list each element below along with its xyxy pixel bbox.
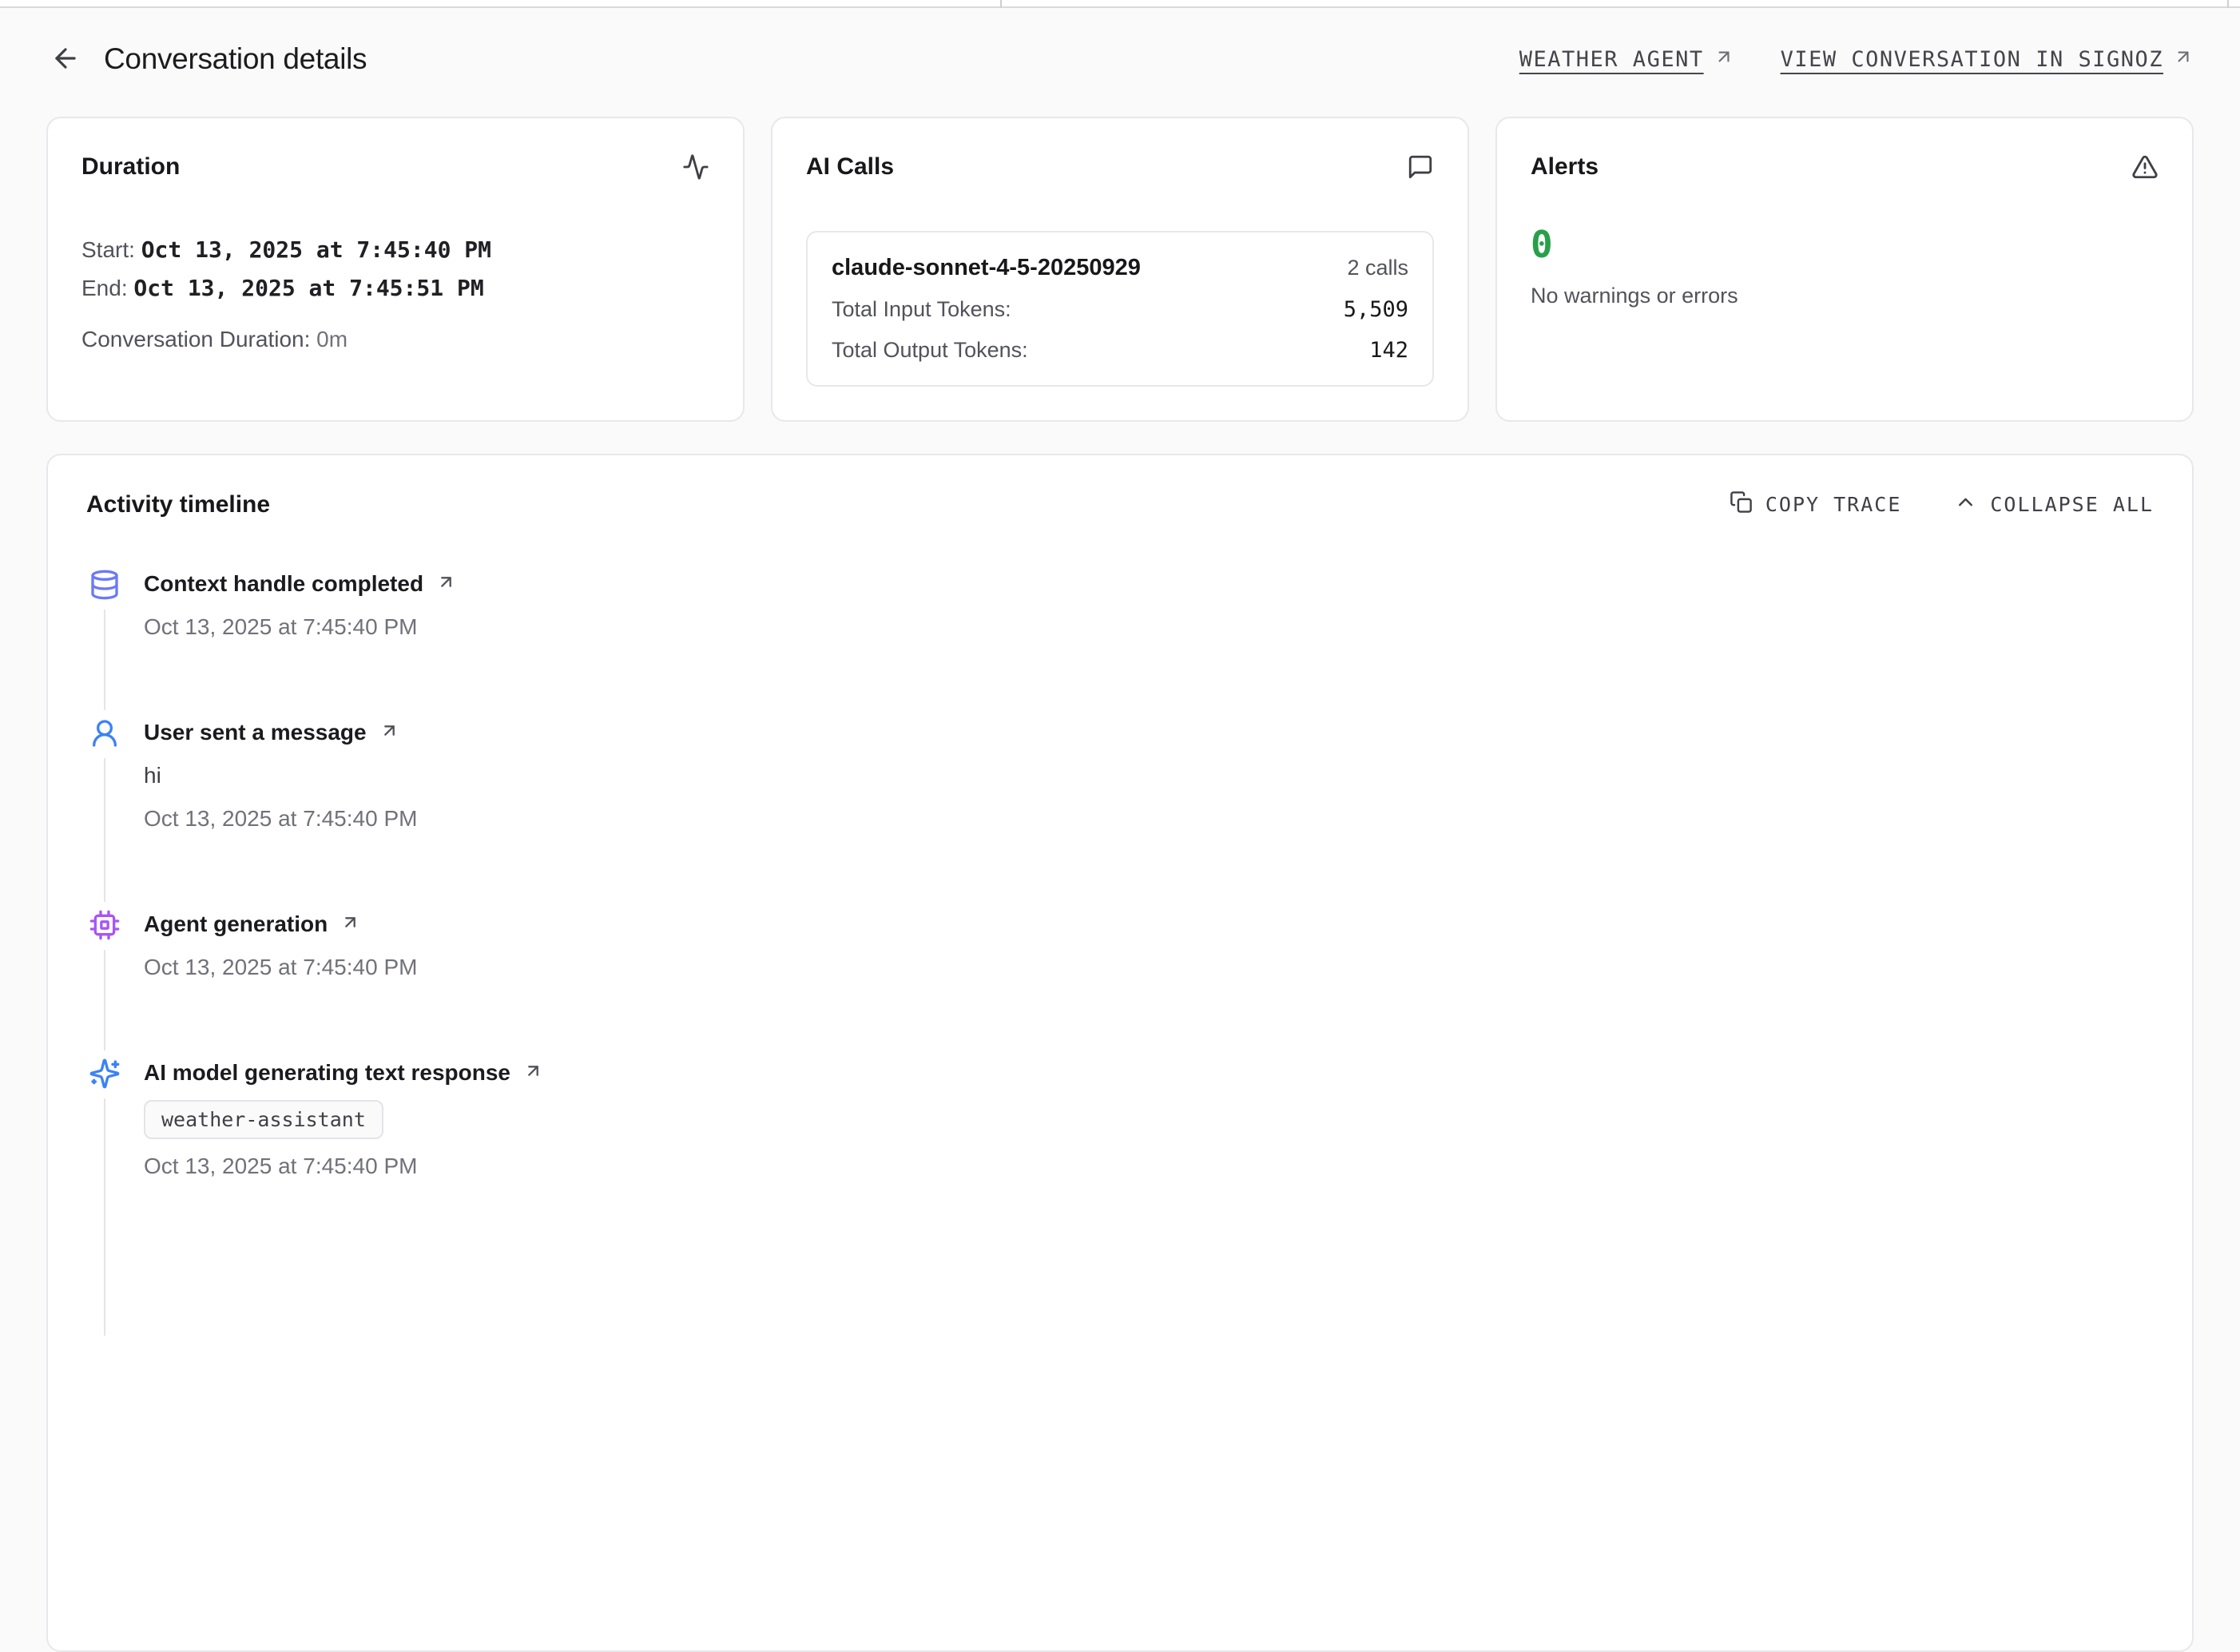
output-tokens-value: 142 xyxy=(1369,338,1408,363)
copy-icon xyxy=(1730,490,1753,518)
conversation-duration-label: Conversation Duration: xyxy=(81,327,310,351)
timeline-items: Context handle completed Oct 13, 2025 at… xyxy=(86,568,2154,1342)
timeline-item-link[interactable]: AI model generating text response xyxy=(144,1057,543,1089)
timeline-connector xyxy=(104,610,105,710)
user-icon xyxy=(88,717,121,750)
collapse-all-label: COLLAPSE ALL xyxy=(1990,493,2154,516)
input-tokens-value: 5,509 xyxy=(1344,297,1408,322)
database-icon xyxy=(88,568,121,602)
timeline-item-link[interactable]: Context handle completed xyxy=(144,568,456,600)
ai-calls-card-title: AI Calls xyxy=(806,153,894,181)
end-label: End: xyxy=(81,276,128,300)
input-tokens-row: Total Input Tokens: 5,509 xyxy=(832,297,1408,322)
weather-agent-link[interactable]: WEATHER AGENT xyxy=(1519,46,1734,73)
page-header: Conversation details WEATHER AGENT VIEW … xyxy=(0,40,2240,78)
copy-trace-button[interactable]: COPY TRACE xyxy=(1730,490,1902,518)
start-time-row: Start: Oct 13, 2025 at 7:45:40 PM xyxy=(81,234,709,266)
model-name: claude-sonnet-4-5-20250929 xyxy=(832,255,1141,281)
output-tokens-label: Total Output Tokens: xyxy=(832,338,1028,363)
timeline-item: Agent generation Oct 13, 2025 at 7:45:40… xyxy=(86,908,2154,1057)
message-square-icon xyxy=(1407,153,1434,185)
model-call-count: 2 calls xyxy=(1347,256,1408,280)
start-label: Start: xyxy=(81,237,135,262)
timeline-item-timestamp: Oct 13, 2025 at 7:45:40 PM xyxy=(144,951,417,983)
agent-name-badge: weather-assistant xyxy=(144,1100,383,1139)
browser-chrome-strip xyxy=(0,0,2240,8)
timeline-item-link[interactable]: User sent a message xyxy=(144,717,417,749)
output-tokens-row: Total Output Tokens: 142 xyxy=(832,338,1408,363)
sparkles-icon xyxy=(88,1057,121,1090)
timeline-item-timestamp: Oct 13, 2025 at 7:45:40 PM xyxy=(144,1150,543,1182)
arrow-left-icon xyxy=(50,43,81,76)
timeline-item: User sent a message hi Oct 13, 2025 at 7… xyxy=(86,717,2154,908)
conversation-duration-value: 0m xyxy=(316,327,348,351)
summary-cards-row: Duration Start: Oct 13, 2025 at 7:45:40 … xyxy=(46,117,2194,422)
duration-card-title: Duration xyxy=(81,153,180,181)
timeline-item-timestamp: Oct 13, 2025 at 7:45:40 PM xyxy=(144,803,417,835)
timeline-item-message: hi xyxy=(144,760,417,792)
arrow-up-right-icon xyxy=(523,1061,543,1085)
duration-card: Duration Start: Oct 13, 2025 at 7:45:40 … xyxy=(46,117,745,422)
view-conversation-in-signoz-link[interactable]: VIEW CONVERSATION IN SIGNOZ xyxy=(1781,46,2194,73)
view-conversation-link-label: VIEW CONVERSATION IN SIGNOZ xyxy=(1781,47,2163,72)
alerts-card: Alerts 0 No warnings or errors xyxy=(1495,117,2194,422)
timeline-item-title: User sent a message xyxy=(144,717,367,749)
chrome-divider xyxy=(1000,0,1002,8)
alert-message: No warnings or errors xyxy=(1531,284,2159,308)
end-value: Oct 13, 2025 at 7:45:51 PM xyxy=(133,275,483,301)
end-time-row: End: Oct 13, 2025 at 7:45:51 PM xyxy=(81,272,709,304)
chevron-up-icon xyxy=(1954,490,1977,518)
timeline-item: AI model generating text response weathe… xyxy=(86,1057,2154,1342)
timeline-item-title: Context handle completed xyxy=(144,568,423,600)
model-usage-box: claude-sonnet-4-5-20250929 2 calls Total… xyxy=(806,231,1434,387)
activity-timeline-card: Activity timeline COPY TRACE COLLAPSE AL… xyxy=(46,454,2194,1652)
timeline-connector xyxy=(104,950,105,1050)
external-link-icon xyxy=(2173,46,2194,73)
copy-trace-label: COPY TRACE xyxy=(1765,493,1902,516)
timeline-connector xyxy=(104,758,105,902)
page-title: Conversation details xyxy=(104,42,367,76)
timeline-item-title: AI model generating text response xyxy=(144,1057,510,1089)
timeline-item-title: Agent generation xyxy=(144,908,328,940)
arrow-up-right-icon xyxy=(379,721,399,745)
cpu-icon xyxy=(88,908,121,942)
timeline-connector xyxy=(104,1098,105,1336)
weather-agent-link-label: WEATHER AGENT xyxy=(1519,47,1704,72)
alert-count: 0 xyxy=(1531,226,2159,263)
start-value: Oct 13, 2025 at 7:45:40 PM xyxy=(141,236,491,263)
input-tokens-label: Total Input Tokens: xyxy=(832,297,1011,322)
activity-timeline-title: Activity timeline xyxy=(86,491,270,518)
activity-icon xyxy=(682,153,709,185)
timeline-item-timestamp: Oct 13, 2025 at 7:45:40 PM xyxy=(144,611,456,643)
ai-calls-card: AI Calls claude-sonnet-4-5-20250929 2 ca… xyxy=(771,117,1469,422)
back-button[interactable] xyxy=(46,40,85,78)
chrome-divider xyxy=(2227,0,2229,8)
external-link-icon xyxy=(1714,46,1734,73)
collapse-all-button[interactable]: COLLAPSE ALL xyxy=(1954,490,2154,518)
alert-triangle-icon xyxy=(2131,153,2159,185)
alerts-card-title: Alerts xyxy=(1531,153,1599,181)
conversation-duration-row: Conversation Duration: 0m xyxy=(81,324,709,355)
timeline-item: Context handle completed Oct 13, 2025 at… xyxy=(86,568,2154,717)
arrow-up-right-icon xyxy=(340,912,360,936)
arrow-up-right-icon xyxy=(436,572,456,596)
timeline-item-link[interactable]: Agent generation xyxy=(144,908,417,940)
